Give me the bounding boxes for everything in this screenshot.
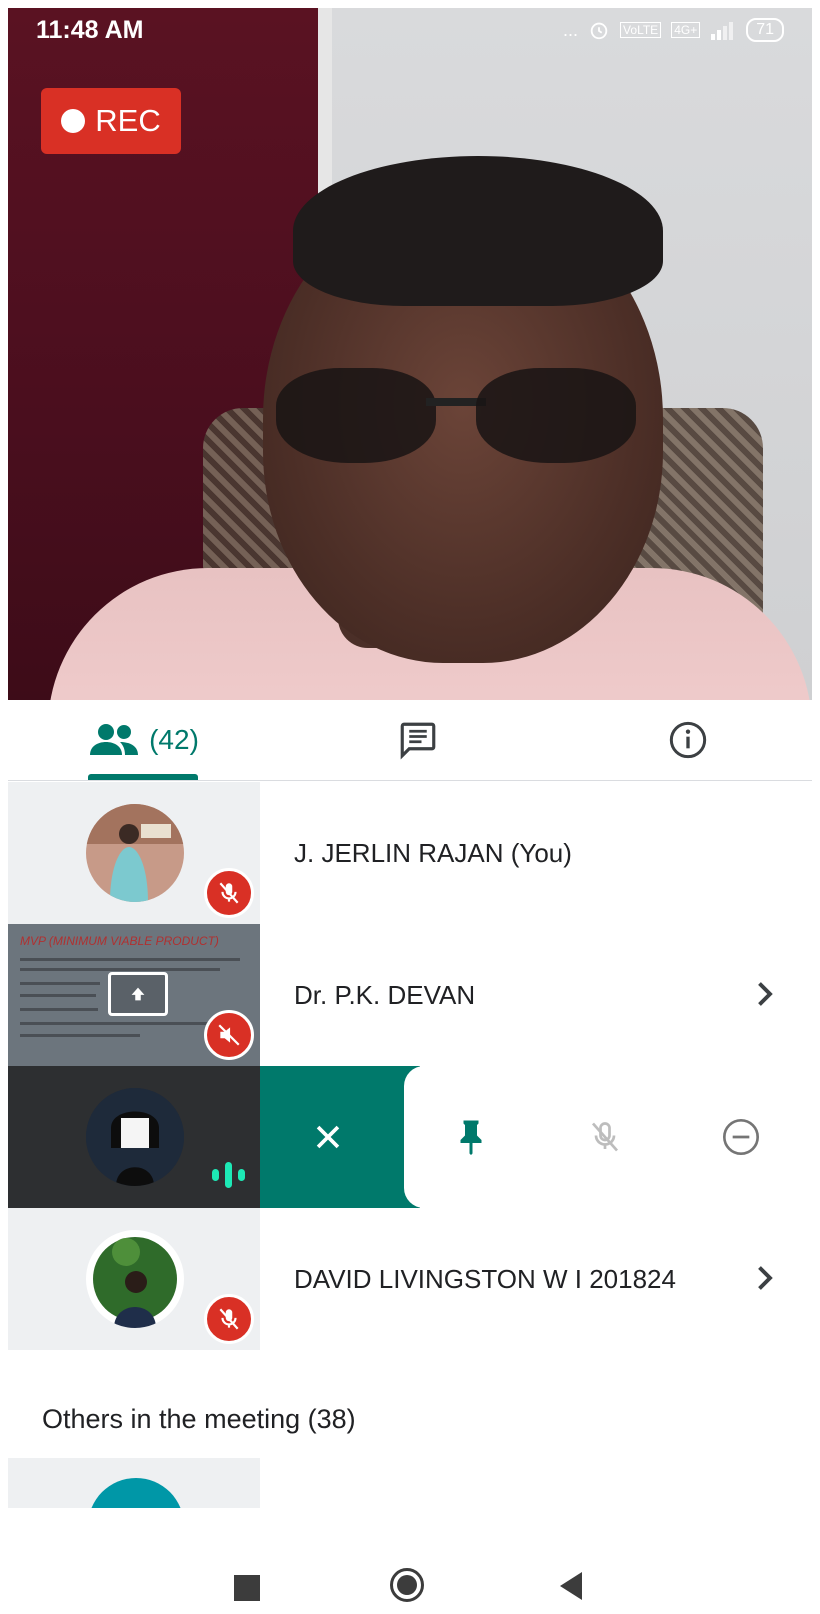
avatar [86,804,184,902]
slide-text-line [20,994,96,997]
pin-icon [460,1120,482,1155]
participant-name: DAVID LIVINGSTON W I 201824 [294,1263,676,1294]
system-nav-bar [0,1508,820,1614]
video-glasses [276,368,656,463]
slide-text-line [20,1008,98,1011]
back-button[interactable] [560,1572,582,1600]
mic-off-icon [219,882,239,904]
home-button[interactable] [390,1568,424,1602]
slide-text-line [20,958,240,961]
chevron-right-icon[interactable] [746,976,782,1012]
chat-icon [400,722,436,760]
video-hair [293,156,663,306]
participant-name: Dr. P.K. DEVAN [294,979,476,1010]
network-type-icon: 4G+ [671,22,701,38]
slide-text-line [20,982,100,985]
participant-row[interactable]: J. JERLIN RAJAN (You) [8,782,812,924]
muted-badge [204,1010,254,1060]
mic-off-icon [591,1122,619,1152]
avatar [86,1230,184,1328]
participant-row-expanded[interactable] [8,1066,812,1208]
people-icon [90,724,139,755]
slide-title: MVP (MINIMUM VIABLE PRODUCT) [20,934,219,948]
mic-off-icon [219,1308,239,1330]
battery-icon: 71 [746,18,784,42]
others-heading: Others in the meeting (38) [42,1404,356,1434]
volume-off-icon [218,1024,240,1046]
participant-row-partial[interactable] [8,1458,260,1510]
speaking-indicator-icon [212,1162,245,1188]
participant-name: J. JERLIN RAJAN (You) [294,837,572,868]
pin-button[interactable] [446,1112,496,1162]
signal-icon [711,22,734,40]
participant-tile [8,782,260,924]
volte-icon: VoLTE [620,22,662,38]
remove-icon [723,1119,759,1155]
participant-row[interactable]: MVP (MINIMUM VIABLE PRODUCT) Dr. P.K. DE… [8,924,812,1066]
tab-chat[interactable] [378,700,458,780]
tab-people[interactable]: (42) [78,700,208,780]
glasses-lens-right [476,368,636,463]
avatar [86,1088,184,1186]
participant-tile [8,1208,260,1350]
avatar [88,1478,184,1510]
recording-label: REC [95,103,161,138]
recents-button[interactable] [234,1575,260,1601]
record-dot-icon [61,109,86,133]
mute-participant-button[interactable] [580,1112,630,1162]
people-count: (42) [149,724,199,755]
status-bar: 11:48 AM ... VoLTE 4G+ 71 [0,0,820,60]
active-tab-indicator [88,774,198,780]
slide-text-line [20,1034,140,1037]
close-actions-button[interactable] [303,1112,353,1162]
close-icon [316,1125,340,1149]
meeting-tabs: (42) [8,700,812,781]
more-notifications-icon: ... [563,19,579,40]
glasses-lens-left [276,368,436,463]
remove-participant-button[interactable] [716,1112,766,1162]
alarm-icon [590,22,608,40]
chevron-right-icon[interactable] [746,1260,782,1296]
info-icon [669,721,707,759]
muted-badge [204,1294,254,1344]
screen-share-icon [108,972,168,1016]
slide-text-line [20,968,220,971]
muted-badge [204,868,254,918]
tab-info[interactable] [648,700,728,780]
status-time: 11:48 AM [36,16,144,44]
participant-tile [8,1066,260,1208]
slide-text-line [20,1022,220,1025]
recording-badge: REC [41,88,181,154]
participant-tile-presenting: MVP (MINIMUM VIABLE PRODUCT) [8,924,260,1066]
home-icon [397,1575,417,1595]
participant-row[interactable]: DAVID LIVINGSTON W I 201824 [8,1208,812,1350]
status-icons: ... VoLTE 4G+ 71 [563,18,784,42]
